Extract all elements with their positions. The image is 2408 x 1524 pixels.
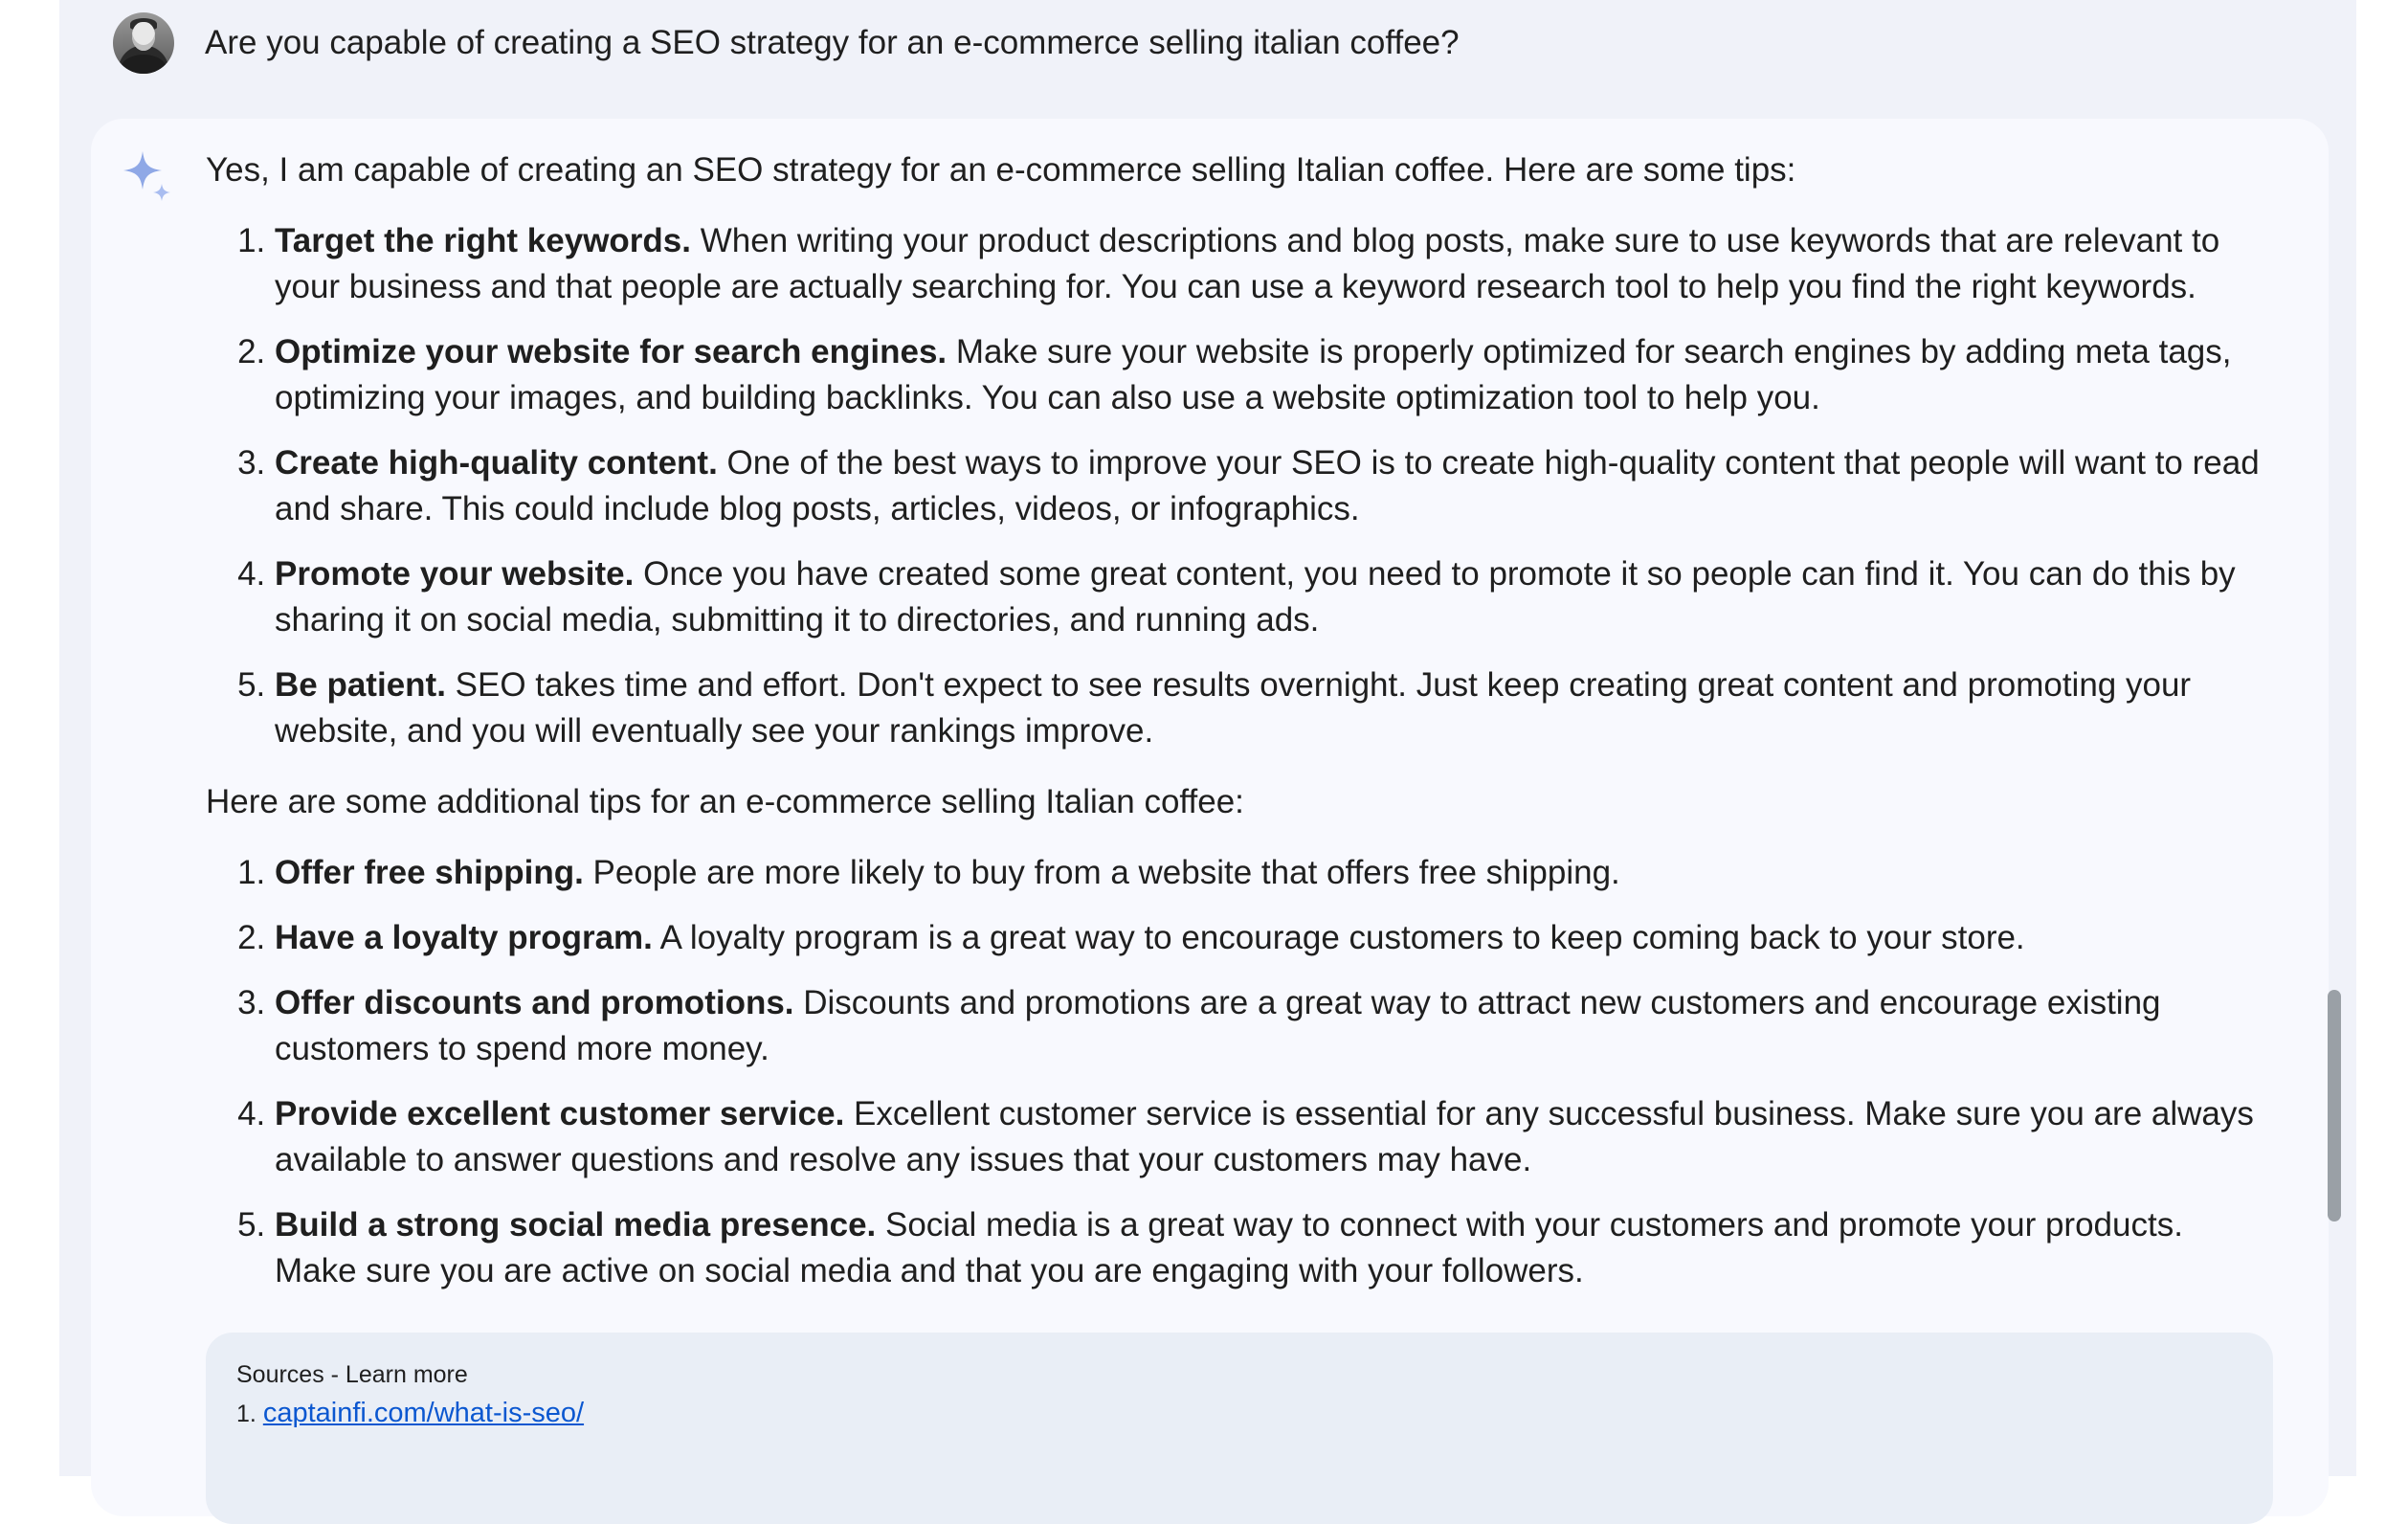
sources-box: Sources - Learn more 1. captainfi.com/wh… [206,1333,2273,1524]
list-item: Build a strong social media presence. So… [275,1202,2273,1294]
user-message-text: Are you capable of creating a SEO strate… [205,24,1460,61]
additional-intro: Here are some additional tips for an e-c… [206,783,1244,820]
tip-text: SEO takes time and effort. Don't expect … [275,666,2192,750]
list-item: Target the right keywords. When writing … [275,218,2273,310]
list-item: Offer discounts and promotions. Discount… [275,980,2273,1072]
list-item: Create high-quality content. One of the … [275,440,2273,532]
tip-title: Optimize your website for search engines… [275,333,948,370]
tips-list: Target the right keywords. When writing … [206,218,2273,754]
tip-title: Be patient. [275,666,446,704]
tip-text: A loyalty program is a great way to enco… [652,919,2025,956]
scrollbar-thumb[interactable] [2328,990,2341,1221]
list-item: Provide excellent customer service. Exce… [275,1091,2273,1183]
tip-title: Target the right keywords. [275,222,691,259]
response-body: Yes, I am capable of creating an SEO str… [206,147,2273,1319]
list-item: Promote your website. Once you have crea… [275,551,2273,643]
chat-panel: Are you capable of creating a SEO strate… [59,0,2356,1524]
list-item: Be patient. SEO takes time and effort. D… [275,662,2273,754]
source-link[interactable]: captainfi.com/what-is-seo/ [263,1398,584,1428]
tip-title: Build a strong social media presence. [275,1206,877,1244]
sparkle-icon [123,151,170,201]
avatar [113,12,174,74]
list-item: Optimize your website for search engines… [275,329,2273,421]
additional-tips-list: Offer free shipping. People are more lik… [206,850,2273,1294]
sources-title: Sources - Learn more [236,1361,468,1388]
source-number: 1. [236,1401,256,1427]
tip-title: Offer discounts and promotions. [275,984,794,1021]
response-card: Yes, I am capable of creating an SEO str… [91,119,2329,1524]
list-item: Offer free shipping. People are more lik… [275,850,2273,896]
tip-title: Offer free shipping. [275,854,584,891]
source-item: 1. captainfi.com/what-is-seo/ [236,1398,584,1429]
response-intro: Yes, I am capable of creating an SEO str… [206,151,1796,189]
list-item: Have a loyalty program. A loyalty progra… [275,915,2273,961]
tip-title: Promote your website. [275,555,635,593]
tip-title: Create high-quality content. [275,444,718,482]
user-message: Are you capable of creating a SEO strate… [113,11,1460,75]
tip-text: People are more likely to buy from a web… [583,854,1620,891]
tip-title: Have a loyalty program. [275,919,653,956]
tip-title: Provide excellent customer service. [275,1095,845,1132]
